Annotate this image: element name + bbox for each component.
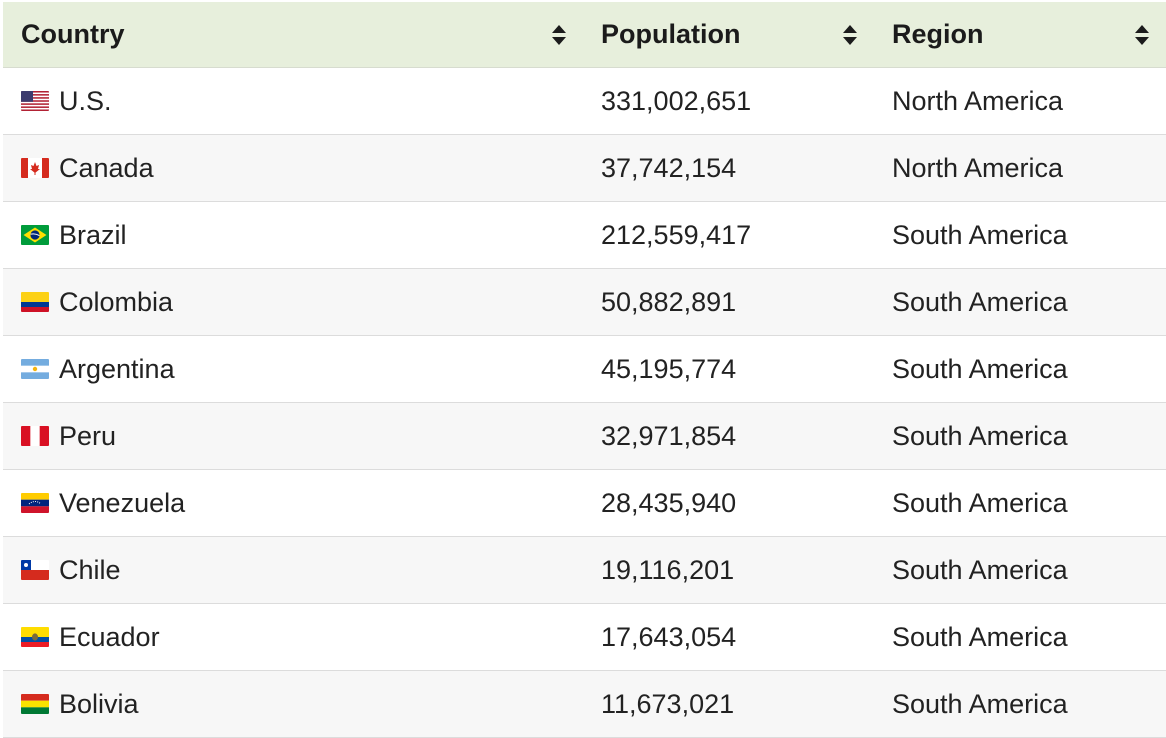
country-name: Colombia (59, 286, 174, 317)
region-cell: South America (892, 219, 1068, 250)
country-cell: Ecuador (3, 604, 583, 670)
population-cell: 28,435,940 (601, 487, 737, 518)
region-cell: North America (892, 152, 1064, 183)
country-cell: Chile (3, 537, 583, 603)
bolivia-flag-icon (21, 694, 49, 714)
region-cell: South America (892, 420, 1068, 451)
sort-icon[interactable] (1134, 23, 1150, 47)
region-cell: South America (892, 554, 1068, 585)
table-row: Ecuador 17,643,054 South America (3, 604, 1166, 671)
argentina-flag-icon (21, 359, 49, 379)
population-cell: 331,002,651 (601, 85, 752, 116)
column-header-region[interactable]: Region (874, 2, 1166, 67)
country-name: Peru (59, 420, 117, 451)
venezuela-flag-icon (21, 493, 49, 513)
column-header-label: Region (892, 19, 984, 49)
region-cell: South America (892, 621, 1068, 652)
colombia-flag-icon (21, 292, 49, 312)
population-table: Country Population Region U.S. 331,002,6… (3, 2, 1166, 738)
country-name: Chile (59, 554, 121, 585)
population-cell: 212,559,417 (601, 219, 752, 250)
table-row: Chile 19,116,201 South America (3, 537, 1166, 604)
country-name: U.S. (59, 85, 112, 116)
chile-flag-icon (21, 560, 49, 580)
table-row: Venezuela 28,435,940 South America (3, 470, 1166, 537)
region-cell: South America (892, 487, 1068, 518)
sort-icon[interactable] (842, 23, 858, 47)
peru-flag-icon (21, 426, 49, 446)
region-cell: South America (892, 353, 1068, 384)
country-name: Ecuador (59, 621, 160, 652)
table-row: Argentina 45,195,774 South America (3, 336, 1166, 403)
population-cell: 11,673,021 (601, 688, 735, 719)
country-name: Argentina (59, 353, 175, 384)
population-cell: 50,882,891 (601, 286, 737, 317)
region-cell: South America (892, 688, 1068, 719)
country-name: Venezuela (59, 487, 186, 518)
country-cell: Peru (3, 403, 583, 469)
country-name: Bolivia (59, 688, 139, 719)
region-cell: North America (892, 85, 1064, 116)
country-cell: Venezuela (3, 470, 583, 536)
ecuador-flag-icon (21, 627, 49, 647)
country-cell: Canada (3, 135, 583, 201)
population-cell: 19,116,201 (601, 554, 735, 585)
country-name: Canada (59, 152, 154, 183)
brazil-flag-icon (21, 225, 49, 245)
table-row: Peru 32,971,854 South America (3, 403, 1166, 470)
table-row: U.S. 331,002,651 North America (3, 68, 1166, 135)
country-cell: Brazil (3, 202, 583, 268)
country-name: Brazil (59, 219, 127, 250)
population-cell: 45,195,774 (601, 353, 737, 384)
us-flag-icon (21, 91, 49, 111)
country-cell: U.S. (3, 68, 583, 134)
column-header-country[interactable]: Country (3, 2, 583, 67)
sort-icon[interactable] (551, 23, 567, 47)
country-cell: Colombia (3, 269, 583, 335)
column-header-population[interactable]: Population (583, 2, 874, 67)
table-row: Bolivia 11,673,021 South America (3, 671, 1166, 738)
canada-flag-icon (21, 158, 49, 178)
population-cell: 32,971,854 (601, 420, 737, 451)
population-cell: 17,643,054 (601, 621, 737, 652)
country-cell: Bolivia (3, 671, 583, 737)
population-cell: 37,742,154 (601, 152, 737, 183)
country-cell: Argentina (3, 336, 583, 402)
table-row: Colombia 50,882,891 South America (3, 269, 1166, 336)
column-header-label: Country (21, 19, 125, 49)
column-header-label: Population (601, 19, 741, 49)
table-row: Brazil 212,559,417 South America (3, 202, 1166, 269)
region-cell: South America (892, 286, 1068, 317)
table-header: Country Population Region (3, 2, 1166, 68)
table-row: Canada 37,742,154 North America (3, 135, 1166, 202)
